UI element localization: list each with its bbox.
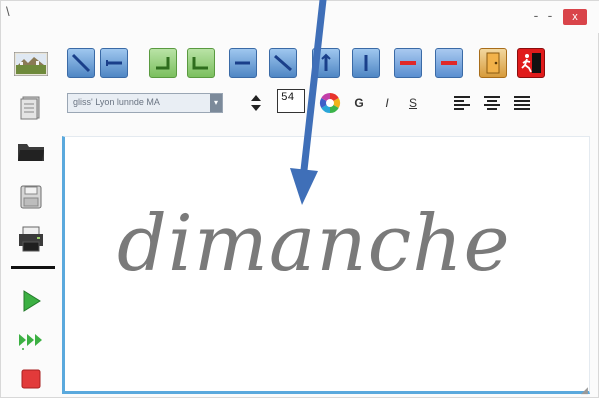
printer-icon <box>19 226 43 252</box>
stroke-diagonal-button[interactable] <box>269 48 297 78</box>
open-folder-button[interactable] <box>13 135 49 167</box>
align-left-icon <box>454 96 470 110</box>
color-wheel-icon <box>319 92 341 114</box>
right-stroke-icon <box>235 61 250 65</box>
enter-door-button[interactable] <box>479 48 507 78</box>
diagonal-stroke-icon <box>274 54 292 72</box>
title-bar: \ - - x <box>1 1 599 33</box>
resize-grip[interactable]: ◢ <box>581 385 588 396</box>
diagonal-down-stroke-icon <box>71 53 91 73</box>
stroke-red-left-button[interactable] <box>394 48 422 78</box>
play-button[interactable] <box>13 285 49 317</box>
app-window: \ - - x gliss' Lyon lunnde MA ▾ 54 G I S… <box>0 0 599 398</box>
underline-button[interactable]: S <box>405 92 421 114</box>
save-button[interactable] <box>13 181 49 213</box>
title-glyph: \ <box>6 4 10 19</box>
print-button[interactable] <box>13 223 49 255</box>
stroke-right-button[interactable] <box>229 48 257 78</box>
stroke-vertical-button[interactable] <box>352 48 380 78</box>
bold-button[interactable]: G <box>351 92 367 114</box>
font-size-field[interactable]: 54 <box>277 89 305 113</box>
stroke-corner-up-button[interactable] <box>149 48 177 78</box>
play-icon <box>23 290 41 312</box>
fast-forward-button[interactable] <box>13 324 49 356</box>
up-down-arrows-icon <box>251 95 261 111</box>
align-justify-button[interactable] <box>511 92 533 114</box>
document-stack-icon <box>20 96 40 120</box>
close-button[interactable]: x <box>563 9 587 25</box>
floppy-icon <box>20 185 42 209</box>
stroke-left-button[interactable] <box>100 48 128 78</box>
align-left-button[interactable] <box>451 92 473 114</box>
align-center-button[interactable] <box>481 92 503 114</box>
canvas-text: dimanche <box>117 199 511 289</box>
landscape-icon <box>14 52 48 76</box>
folder-icon <box>18 144 44 161</box>
font-name-field[interactable]: gliss' Lyon lunnde MA <box>67 93 223 113</box>
baseline-stroke-icon <box>192 57 208 70</box>
up-stroke-icon <box>321 53 331 71</box>
red-left-stroke-icon <box>400 61 416 65</box>
stop-icon <box>21 369 41 389</box>
stroke-up-button[interactable] <box>312 48 340 78</box>
vertical-stroke-icon <box>364 55 368 71</box>
color-picker-button[interactable] <box>317 92 343 114</box>
font-dropdown-button[interactable]: ▾ <box>210 94 222 112</box>
fast-forward-icon <box>19 334 42 350</box>
align-center-icon <box>484 96 500 110</box>
italic-button[interactable]: I <box>379 92 395 114</box>
exit-button[interactable] <box>517 48 545 78</box>
left-stroke-icon <box>106 60 122 66</box>
minimize-button[interactable]: - <box>531 7 541 23</box>
new-document-button[interactable] <box>13 91 49 123</box>
stroke-baseline-button[interactable] <box>187 48 215 78</box>
background-image-button[interactable] <box>13 48 49 80</box>
stop-button[interactable] <box>13 363 49 395</box>
stroke-diagonal-down-button[interactable] <box>67 48 95 78</box>
sidebar-divider <box>11 266 55 269</box>
stroke-red-right-button[interactable] <box>435 48 463 78</box>
size-stepper[interactable] <box>247 92 265 114</box>
corner-up-stroke-icon <box>156 57 170 70</box>
align-justify-icon <box>514 96 530 110</box>
exit-running-man-icon <box>521 53 541 73</box>
door-icon <box>486 52 500 74</box>
maximize-button[interactable]: - <box>545 7 555 23</box>
red-right-stroke-icon <box>441 61 457 65</box>
